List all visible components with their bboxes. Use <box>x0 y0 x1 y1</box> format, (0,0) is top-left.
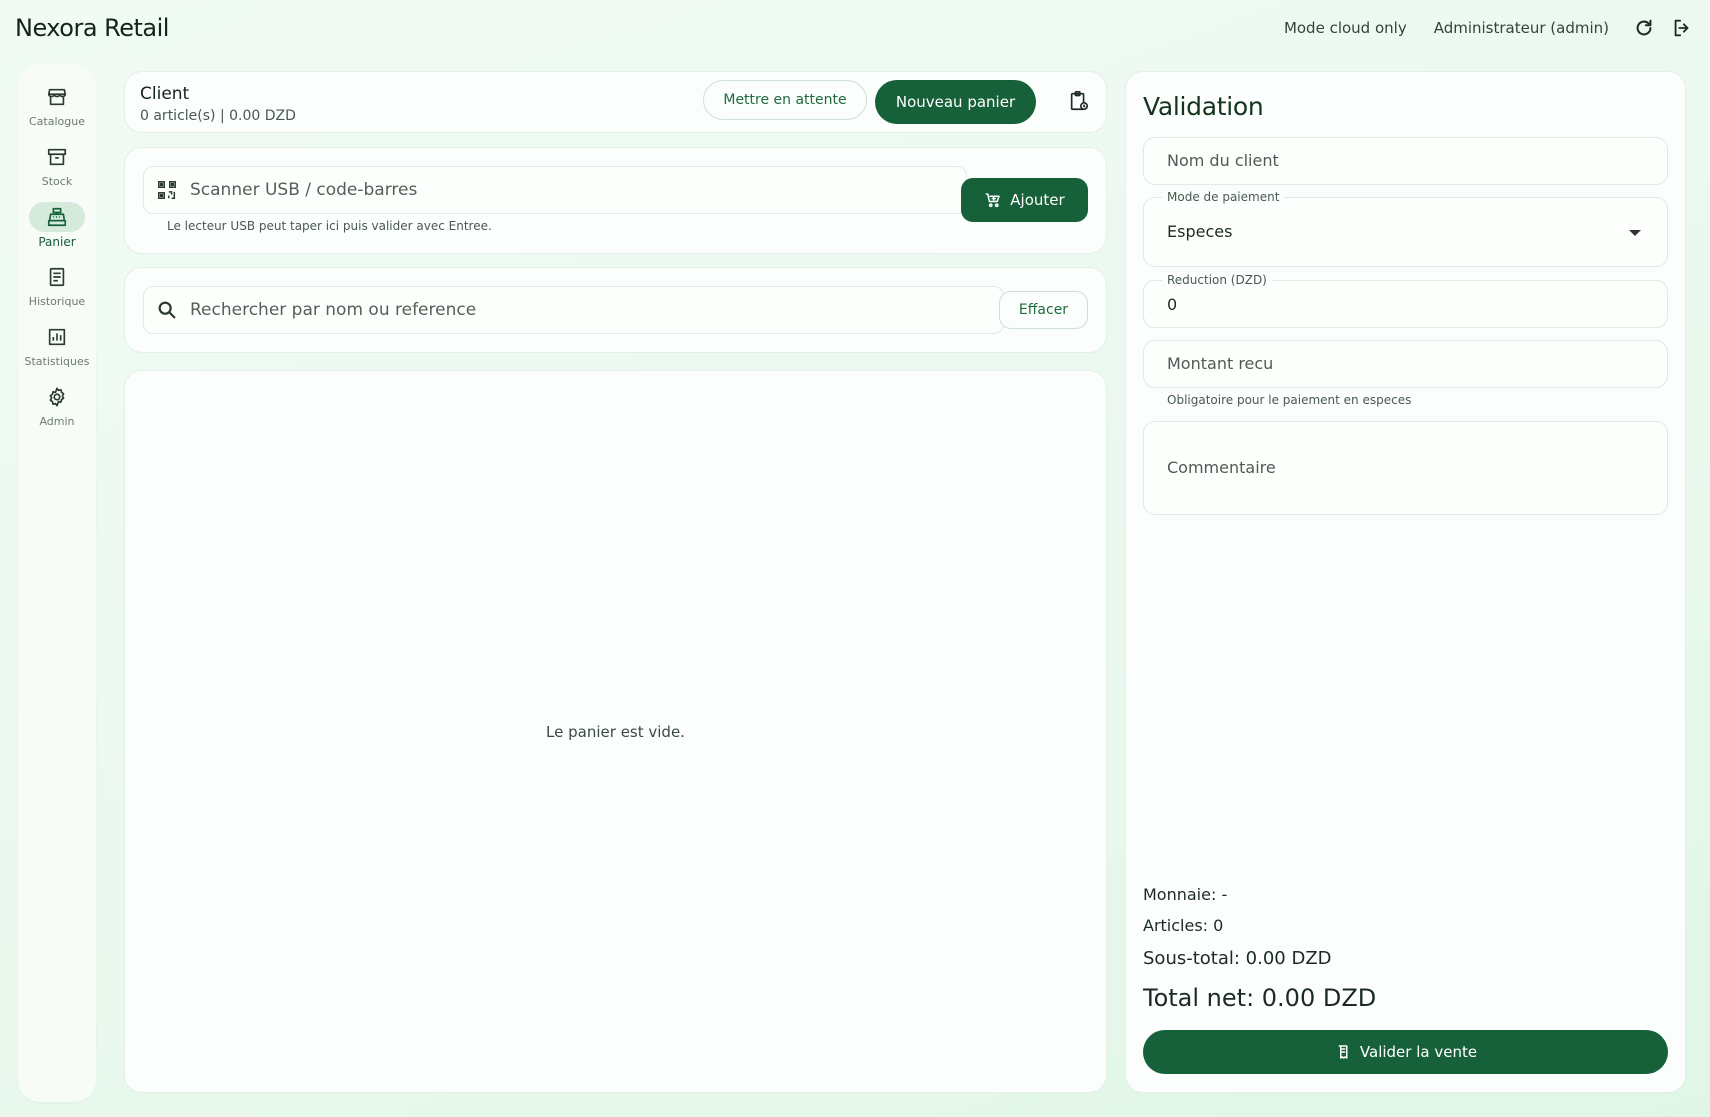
app-title: Nexora Retail <box>15 14 169 42</box>
add-item-label: Ajouter <box>1010 191 1065 209</box>
add-to-cart-icon <box>985 193 1001 208</box>
top-bar: Nexora Retail Mode cloud only Administra… <box>0 0 1710 56</box>
payment-mode-select[interactable]: Mode de paiement Especes <box>1143 190 1668 267</box>
search-field[interactable] <box>143 286 1004 334</box>
sidebar-item-admin[interactable]: Admin <box>18 382 96 442</box>
clipboard-clock-icon <box>1070 91 1089 111</box>
comment-input[interactable] <box>1167 458 1647 482</box>
sidebar-nav: Catalogue Stock Panier Historique Statis… <box>18 64 96 1102</box>
archive-box-icon <box>47 148 67 166</box>
sidebar-item-label: Catalogue <box>29 115 85 128</box>
scanner-input[interactable] <box>190 180 966 200</box>
items-count: Articles: 0 <box>1143 916 1224 935</box>
discount-input[interactable] <box>1167 295 1647 314</box>
discount-label: Reduction (DZD) <box>1162 273 1272 287</box>
cart-list: Le panier est vide. <box>124 370 1107 1093</box>
mode-indicator: Mode cloud only <box>1283 19 1407 37</box>
sidebar-item-statistiques[interactable]: Statistiques <box>18 322 96 382</box>
customer-name-field[interactable] <box>1143 137 1668 185</box>
change-amount: Monnaie: - <box>1143 885 1228 904</box>
empty-cart-message: Le panier est vide. <box>546 722 685 741</box>
amount-received-helper: Obligatoire pour le paiement en especes <box>1167 393 1412 407</box>
storefront-icon <box>47 88 67 106</box>
sidebar-item-stock[interactable]: Stock <box>18 142 96 202</box>
validate-sale-label: Valider la vente <box>1359 1043 1478 1061</box>
new-cart-button[interactable]: Nouveau panier <box>875 80 1036 124</box>
sidebar-item-label: Admin <box>39 415 75 428</box>
validation-panel: Validation Mode de paiement Especes Redu… <box>1125 71 1686 1093</box>
subtotal: Sous-total: 0.00 DZD <box>1143 948 1332 969</box>
held-carts-button[interactable] <box>1066 88 1092 114</box>
comment-field[interactable] <box>1143 421 1668 515</box>
payment-mode-value: Especes <box>1167 222 1233 241</box>
client-title: Client <box>140 84 190 104</box>
chevron-down-icon <box>1629 230 1641 236</box>
gear-icon <box>49 387 65 407</box>
search-card: Effacer <box>124 267 1107 353</box>
sidebar-item-catalogue[interactable]: Catalogue <box>18 82 96 142</box>
scanner-card: Ajouter Le lecteur USB peut taper ici pu… <box>124 147 1107 254</box>
payment-mode-label: Mode de paiement <box>1162 190 1285 204</box>
search-icon <box>158 301 176 319</box>
clear-search-button[interactable]: Effacer <box>999 291 1088 329</box>
sidebar-item-historique[interactable]: Historique <box>18 262 96 322</box>
scanner-helper-text: Le lecteur USB peut taper ici puis valid… <box>167 219 492 233</box>
receipt-list-icon <box>49 267 65 287</box>
sidebar-item-label: Stock <box>41 175 73 188</box>
hold-cart-button[interactable]: Mettre en attente <box>703 80 867 120</box>
qr-scan-icon <box>158 181 176 199</box>
new-cart-label: Nouveau panier <box>895 93 1016 111</box>
cart-summary: 0 article(s) | 0.00 DZD <box>140 108 296 124</box>
amount-received-input[interactable] <box>1167 354 1647 373</box>
top-bar-actions: Mode cloud only Administrateur (admin) <box>1284 15 1695 41</box>
discount-field[interactable]: Reduction (DZD) <box>1143 273 1668 328</box>
refresh-icon <box>1636 19 1652 36</box>
refresh-button[interactable] <box>1631 15 1657 41</box>
validation-title: Validation <box>1143 92 1264 121</box>
cash-register-icon <box>47 207 67 227</box>
sidebar-item-label: Statistiques <box>24 355 90 368</box>
receipt-icon <box>1338 1045 1348 1059</box>
search-input[interactable] <box>190 300 1003 320</box>
net-total: Total net: 0.00 DZD <box>1143 984 1377 1012</box>
add-item-button[interactable]: Ajouter <box>961 178 1088 222</box>
logout-button[interactable] <box>1669 15 1695 41</box>
sidebar-item-label: Panier <box>38 235 76 249</box>
sidebar-item-panier[interactable]: Panier <box>18 202 96 262</box>
scanner-field[interactable] <box>143 166 967 214</box>
sidebar-item-label: Historique <box>28 295 86 308</box>
customer-name-input[interactable] <box>1167 151 1647 170</box>
amount-received-field[interactable] <box>1143 340 1668 388</box>
client-card: Client 0 article(s) | 0.00 DZD Mettre en… <box>124 71 1107 133</box>
current-user: Administrateur (admin) <box>1433 19 1609 37</box>
logout-icon <box>1674 19 1689 37</box>
bar-chart-icon <box>48 328 66 346</box>
validate-sale-button[interactable]: Valider la vente <box>1143 1030 1668 1074</box>
